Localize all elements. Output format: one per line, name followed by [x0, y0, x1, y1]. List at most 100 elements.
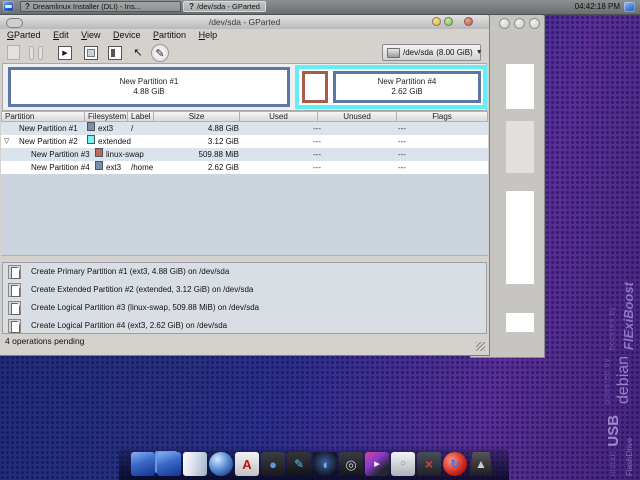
used: ---: [313, 124, 321, 133]
partition-visual-bar: New Partition #1 4.88 GiB New Partition …: [2, 63, 487, 111]
column-header-used[interactable]: Used: [240, 111, 318, 122]
maximize-button[interactable]: [444, 17, 453, 26]
table-row[interactable]: New Partition #1 ext3 / 4.88 GiB --- ---: [1, 122, 488, 135]
table-row[interactable]: New Partition #4 ext3 /home 2.62 GiB ---…: [1, 161, 488, 174]
undo-button[interactable]: ↖: [129, 44, 147, 61]
tray-icon[interactable]: [624, 2, 635, 12]
device-selector[interactable]: /dev/sda (8.00 GiB) ▼: [382, 44, 483, 61]
dock-icon-pdf-reader[interactable]: A: [235, 452, 259, 476]
filesystem-color-swatch: [95, 148, 103, 157]
operation-icon: [8, 283, 21, 297]
copy-icon: [84, 45, 98, 60]
watermark-debian: powered by debian: [604, 355, 632, 404]
visual-partition-1[interactable]: New Partition #1 4.88 GiB: [8, 67, 290, 107]
menu-help[interactable]: Help: [196, 29, 221, 41]
installer-minimize-button[interactable]: [499, 18, 510, 29]
operation-item: Create Primary Partition #1 (ext3, 4.88 …: [3, 263, 486, 281]
visual-partition-4[interactable]: New Partition #4 2.62 GiB: [333, 71, 481, 103]
dock-icon-displays[interactable]: [157, 452, 181, 476]
menu-device[interactable]: Device: [110, 29, 144, 41]
dock-icon-disc-burner[interactable]: ●: [261, 452, 285, 476]
start-menu-icon[interactable]: [3, 1, 14, 12]
table-empty-area: [1, 174, 488, 256]
mount-label: /home: [131, 163, 154, 172]
resize-grip[interactable]: [476, 342, 485, 351]
expander-icon[interactable]: ▽: [4, 135, 9, 148]
table-row[interactable]: ▽ New Partition #2 extended 3.12 GiB ---…: [1, 135, 488, 148]
menu-view[interactable]: View: [78, 29, 103, 41]
taskbar: ? Dreamlinux Installer (DLI) - Ins... ?/d…: [0, 0, 640, 15]
column-header-partition[interactable]: Partition: [1, 111, 85, 122]
installer-panel: [506, 313, 534, 332]
undo-icon: ↖: [133, 47, 143, 59]
dock-icon-totem-player[interactable]: ▸: [365, 452, 389, 476]
table-header: Partition Filesystem Label Size Used Unu…: [1, 111, 488, 122]
used: ---: [313, 150, 321, 159]
taskbar-item-gparted[interactable]: ?/dev/sda - GParted: [183, 1, 266, 12]
column-header-label[interactable]: Label: [128, 111, 154, 122]
new-partition-icon: [6, 45, 20, 60]
dock-icon-package-installer[interactable]: ○: [391, 452, 415, 476]
apply-button[interactable]: ✎: [151, 44, 169, 62]
menu-partition[interactable]: Partition: [150, 29, 189, 41]
resize-move-button[interactable]: ▶: [56, 44, 74, 61]
menubar: GParted Edit View Device Partition Help: [0, 29, 489, 42]
used: ---: [313, 137, 321, 146]
status-bar: 4 operations pending: [0, 334, 489, 355]
filesystem-color-swatch: [95, 161, 103, 170]
dock-icon-audio-player[interactable]: ◖: [313, 452, 337, 476]
partition-size: 4.88 GiB: [133, 87, 165, 96]
dock-icon-system-tools[interactable]: ×: [417, 452, 441, 476]
column-header-filesystem[interactable]: Filesystem: [85, 111, 128, 122]
installer-panel: [506, 64, 534, 109]
filesystem: ext3: [98, 124, 114, 133]
gparted-window: /dev/sda - GParted GParted Edit View Dev…: [0, 14, 490, 356]
menu-gparted[interactable]: GParted: [4, 29, 44, 41]
column-header-flags[interactable]: Flags: [397, 111, 488, 122]
visual-extended-partition-2[interactable]: New Partition #4 2.62 GiB: [295, 65, 487, 109]
dock-icon-media-editor[interactable]: ✎: [287, 452, 311, 476]
operation-item: Create Extended Partition #2 (extended, …: [3, 281, 486, 299]
installer-close-button[interactable]: [529, 18, 540, 29]
dock-icon-software-updater[interactable]: ↻: [443, 452, 467, 476]
dock-icon-eject[interactable]: ▲: [469, 452, 493, 476]
minimize-button[interactable]: [432, 17, 441, 26]
dock-icon-file-manager[interactable]: [183, 452, 207, 476]
titlebar[interactable]: /dev/sda - GParted: [0, 15, 489, 30]
column-header-unused[interactable]: Unused: [318, 111, 397, 122]
dock-icon-web-browser[interactable]: [209, 452, 233, 476]
apply-icon: ✎: [155, 47, 165, 60]
partition-name: New Partition #1: [19, 124, 78, 133]
filesystem: extended: [98, 137, 131, 146]
dock-icon-volume-control[interactable]: ◎: [339, 452, 363, 476]
paste-button[interactable]: [106, 44, 124, 61]
toolbar: ▶ ↖ ✎ /dev/sda (8.00 GiB) ▼: [0, 42, 489, 64]
resize-move-icon: ▶: [58, 45, 72, 60]
close-button[interactable]: [464, 17, 473, 26]
table-row[interactable]: New Partition #3 linux-swap 509.88 MiB -…: [1, 148, 488, 161]
partition-name: New Partition #1: [119, 77, 179, 86]
installer-maximize-button[interactable]: [514, 18, 525, 29]
menu-edit[interactable]: Edit: [50, 29, 72, 41]
taskbar-item-installer[interactable]: ? Dreamlinux Installer (DLI) - Ins...: [20, 1, 181, 12]
unused: ---: [398, 150, 406, 159]
column-header-size[interactable]: Size: [154, 111, 240, 122]
help-icon: ?: [189, 2, 194, 11]
operation-icon: [8, 319, 21, 333]
unused: ---: [398, 137, 406, 146]
new-partition-button[interactable]: [4, 44, 22, 61]
mount-label: /: [131, 124, 134, 133]
operation-text: Create Extended Partition #2 (extended, …: [31, 285, 254, 294]
device-size: (8.00 GiB): [436, 48, 473, 57]
dock-icon-desktop[interactable]: [131, 452, 155, 476]
watermark-usb-install: install USB FlashDrive: [605, 414, 634, 476]
used: ---: [313, 163, 321, 172]
delete-partition-button[interactable]: [27, 44, 45, 61]
size: 3.12 GiB: [207, 137, 239, 146]
filesystem-color-swatch: [87, 122, 95, 131]
visual-partition-3-swap[interactable]: [302, 71, 328, 103]
operation-text: Create Logical Partition #3 (linux-swap,…: [31, 303, 260, 312]
operation-item: Create Logical Partition #3 (linux-swap,…: [3, 299, 486, 317]
copy-button[interactable]: [82, 44, 100, 61]
partition-name: New Partition #4: [377, 77, 437, 86]
